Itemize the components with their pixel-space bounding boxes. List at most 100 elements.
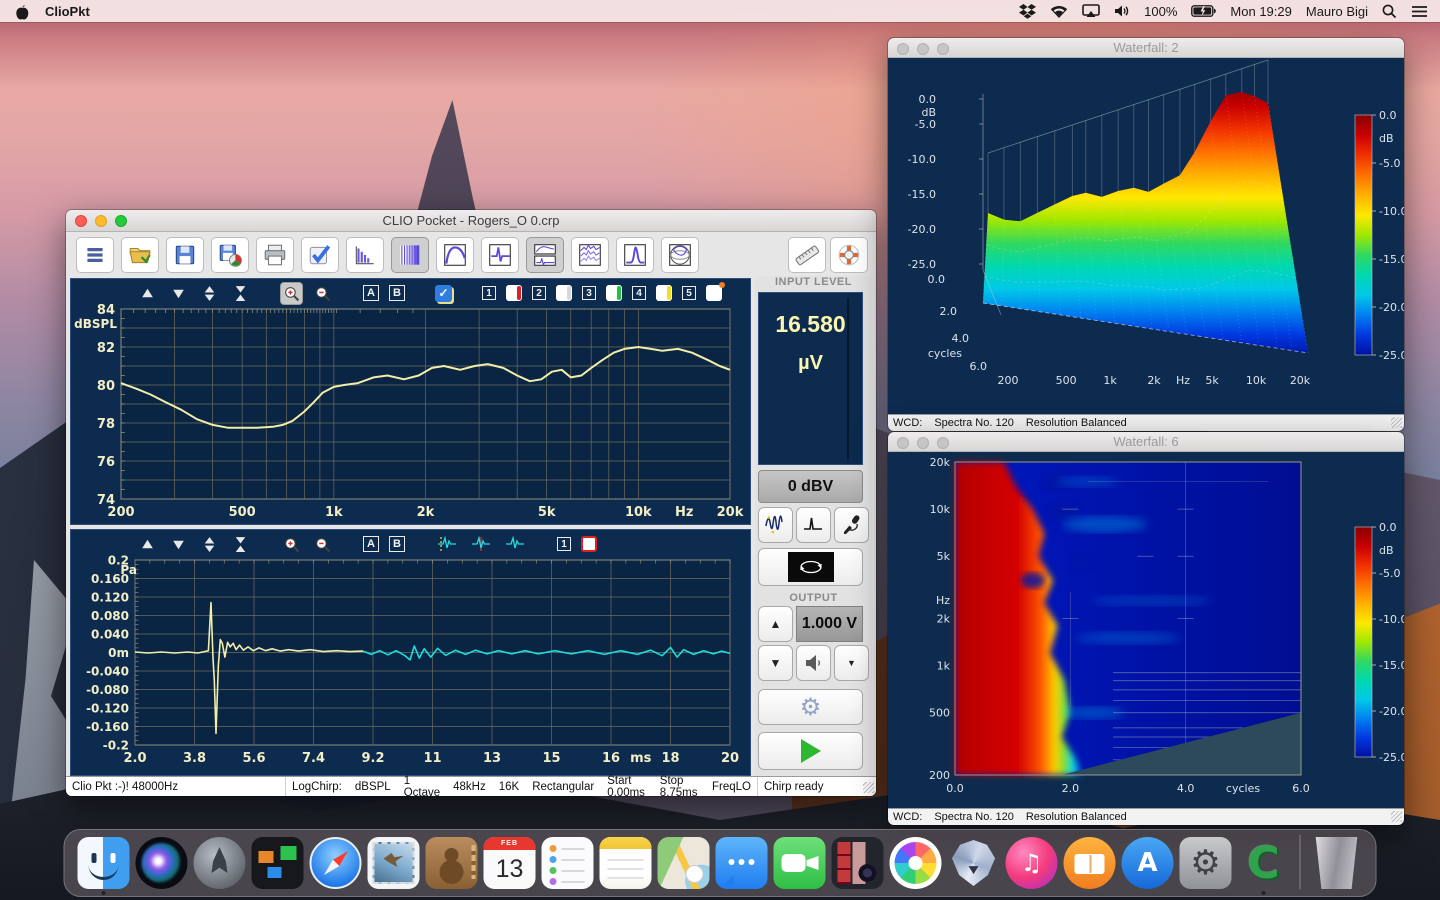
window-start-button[interactable] [435,534,459,554]
dock-item-siri[interactable] [136,837,188,889]
dock-item-notes[interactable] [600,837,652,889]
dock-item-facetime[interactable] [774,837,826,889]
expand-scale-button[interactable] [199,283,220,304]
memory-file-1-button[interactable] [506,285,522,301]
dock-item-clio-pocket[interactable]: C [1238,837,1290,889]
spotlight-search-icon[interactable] [1382,4,1397,19]
shift-up-button[interactable] [137,283,158,304]
memory-slot-1-button[interactable]: 1 [482,286,496,300]
menu-button[interactable] [76,237,114,273]
print-button[interactable] [256,237,294,273]
output-down-button[interactable]: ▼ [758,645,793,681]
dock-item-trash[interactable] [1311,837,1363,889]
waterfall-6-titlebar[interactable]: Waterfall: 6 [888,432,1404,452]
clio-titlebar[interactable]: CLIO Pocket - Rogers_O 0.crp [66,210,876,232]
chirp-generator-button[interactable] [758,507,793,543]
logchirp-analysis-button[interactable] [391,237,429,273]
impulse-button[interactable] [481,237,519,273]
window-stop-button[interactable] [469,534,493,554]
verify-settings-button[interactable] [301,237,339,273]
minimize-button[interactable] [917,43,929,55]
dock-item-calendar[interactable]: FEB13 [484,837,536,889]
impulse-generator-button[interactable] [796,507,831,543]
shift-down-button[interactable] [168,534,189,555]
dock-item-wolf-app[interactable] [948,837,1000,889]
memory-file-1-button[interactable] [581,536,597,552]
marker-a-button[interactable]: A [363,536,379,552]
waterfall-button[interactable] [571,237,609,273]
close-button[interactable] [897,43,909,55]
memory-file-5-button[interactable] [706,285,722,301]
dock-item-mail[interactable] [368,837,420,889]
apple-menu[interactable] [14,3,29,20]
frequency-response-plot[interactable]: 848280787674dBSPL2005001k2k5k10k20kHz [71,279,750,524]
dock-item-finder[interactable] [78,837,130,889]
impulse-response-plot[interactable]: 0.20.1600.1200.0800.0400m-0.040-0.080-0.… [71,530,750,775]
marker-a-button[interactable]: A [363,285,379,301]
memory-slot-3-button[interactable]: 3 [582,286,596,300]
minimize-button[interactable] [917,437,929,449]
close-button[interactable] [897,437,909,449]
dock-item-itunes[interactable]: ♫ [1006,837,1058,889]
memory-file-2-button[interactable] [556,285,572,301]
save-as-button[interactable] [211,237,249,273]
compress-scale-button[interactable] [230,534,251,555]
dock-item-mission-control[interactable] [252,837,304,889]
active-app-name[interactable]: ClioPkt [45,4,90,19]
zoom-in-button[interactable] [281,534,302,555]
play-button[interactable] [758,732,863,770]
dock-item-ibooks[interactable] [1064,837,1116,889]
save-file-button[interactable] [166,237,204,273]
notification-center-icon[interactable] [1411,5,1428,18]
memory-slot-4-button[interactable]: 4 [632,286,646,300]
airplay-icon[interactable] [1082,4,1100,18]
memory-file-4-button[interactable] [656,285,672,301]
dock-item-maps[interactable] [658,837,710,889]
zoom-button[interactable] [937,437,949,449]
memory-file-3-button[interactable] [606,285,622,301]
resize-grip[interactable] [1391,811,1402,822]
wifi-icon[interactable] [1050,5,1068,18]
dock-item-photo-booth[interactable] [832,837,884,889]
impedance-button[interactable] [616,237,654,273]
dock-item-reminders[interactable] [542,837,594,889]
compress-scale-button[interactable] [230,283,251,304]
resize-grip[interactable] [1391,417,1402,428]
zoom-in-button[interactable] [281,283,302,304]
mute-speaker-button[interactable] [796,645,831,681]
dock-item-messages[interactable] [716,837,768,889]
dock-item-contacts[interactable] [426,837,478,889]
expand-scale-button[interactable] [199,534,220,555]
dual-display-button[interactable] [526,237,564,273]
menu-user-name[interactable]: Mauro Bigi [1306,4,1368,19]
zoom-button[interactable] [115,215,127,227]
resize-grip[interactable] [863,782,874,793]
marker-b-button[interactable]: B [389,536,405,552]
window-full-button[interactable] [503,534,527,554]
dock-item-launchpad[interactable] [194,837,246,889]
output-select-button[interactable]: ▼ [834,645,869,681]
open-file-button[interactable] [121,237,159,273]
marker-b-button[interactable]: B [389,285,405,301]
fr-curve-button[interactable] [436,237,474,273]
polar-button[interactable] [661,237,699,273]
zoom-out-button[interactable] [312,534,333,555]
dock-item-app-store[interactable]: A [1122,837,1174,889]
shift-down-button[interactable] [168,283,189,304]
zoom-button[interactable] [937,43,949,55]
menu-clock[interactable]: Mon 19:29 [1230,4,1291,19]
apply-check-button[interactable]: ✓ [435,285,452,302]
minimize-button[interactable] [95,215,107,227]
settings-gear-button[interactable]: ⚙ [758,689,863,725]
dropbox-icon[interactable] [1019,4,1036,19]
shift-up-button[interactable] [137,534,158,555]
memory-slot-1-button[interactable]: 1 [557,537,571,551]
dock-item-system-preferences[interactable]: ⚙ [1180,837,1232,889]
volume-icon[interactable] [1114,4,1130,18]
dock-item-photos[interactable] [890,837,942,889]
mls-analysis-button[interactable] [346,237,384,273]
zoom-out-button[interactable] [312,283,333,304]
input-range-button[interactable]: 0 dBV [758,470,863,503]
ruler-tool-button[interactable] [788,237,826,273]
microphone-button[interactable] [834,507,869,543]
